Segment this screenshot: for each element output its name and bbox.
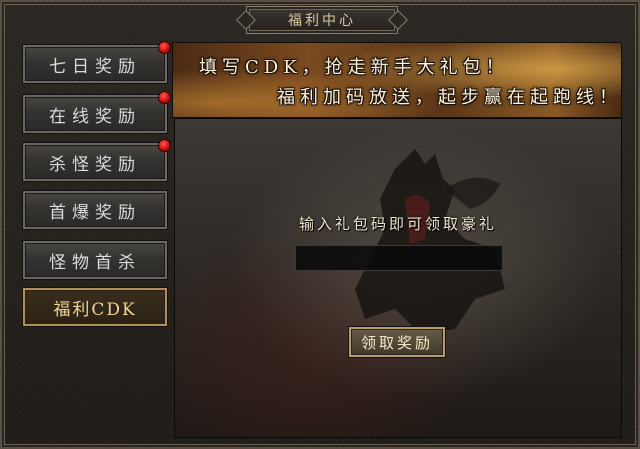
warrior-on-horse-illustration (355, 149, 505, 334)
sidebar-item-online-reward[interactable]: 在线奖励 (22, 91, 171, 134)
cdk-banner: 填写CDK，抢走新手大礼包！ 福利加码放送，起步赢在起跑线！ (172, 42, 622, 118)
sidebar-item-seven-day-reward[interactable]: 七日奖励 (22, 41, 171, 84)
banner-subline: 福利加码放送，起步赢在起跑线！ (277, 87, 622, 108)
sidebar-item-first-drop-reward[interactable]: 首爆奖励 (22, 190, 168, 230)
sidebar-item-label: 杀怪奖励 (49, 154, 141, 175)
sidebar-item-label: 福利CDK (53, 299, 137, 320)
banner-headline: 填写CDK，抢走新手大礼包！ (199, 57, 509, 78)
sidebar-item-label: 在线奖励 (49, 106, 141, 127)
cdk-prompt: 输入礼包码即可领取豪礼 (298, 215, 497, 233)
red-dot-icon (158, 139, 171, 152)
sidebar-item-label: 七日奖励 (49, 56, 141, 77)
sidebar-item-label: 怪物首杀 (49, 252, 141, 273)
red-dot-icon (158, 41, 171, 54)
title-plaque: 福利中心 (246, 6, 398, 34)
red-dot-icon (158, 91, 171, 104)
cdk-panel: 输入礼包码即可领取豪礼 领取奖励 (174, 118, 622, 438)
sidebar-item-welfare-cdk[interactable]: 福利CDK (22, 287, 168, 327)
sidebar-item-label: 首爆奖励 (49, 202, 141, 223)
cdk-input[interactable] (295, 245, 503, 271)
window-title: 福利中心 (288, 13, 356, 29)
sidebar-item-monster-first-kill[interactable]: 怪物首杀 (22, 240, 168, 280)
sidebar-item-kill-monster-reward[interactable]: 杀怪奖励 (22, 139, 171, 182)
claim-reward-button[interactable]: 领取奖励 (348, 326, 446, 358)
welfare-center-window: 福利中心 七日奖励 在线奖励 杀怪奖励 首爆奖励 怪物首杀 福利CDK 填写CD… (0, 0, 640, 449)
